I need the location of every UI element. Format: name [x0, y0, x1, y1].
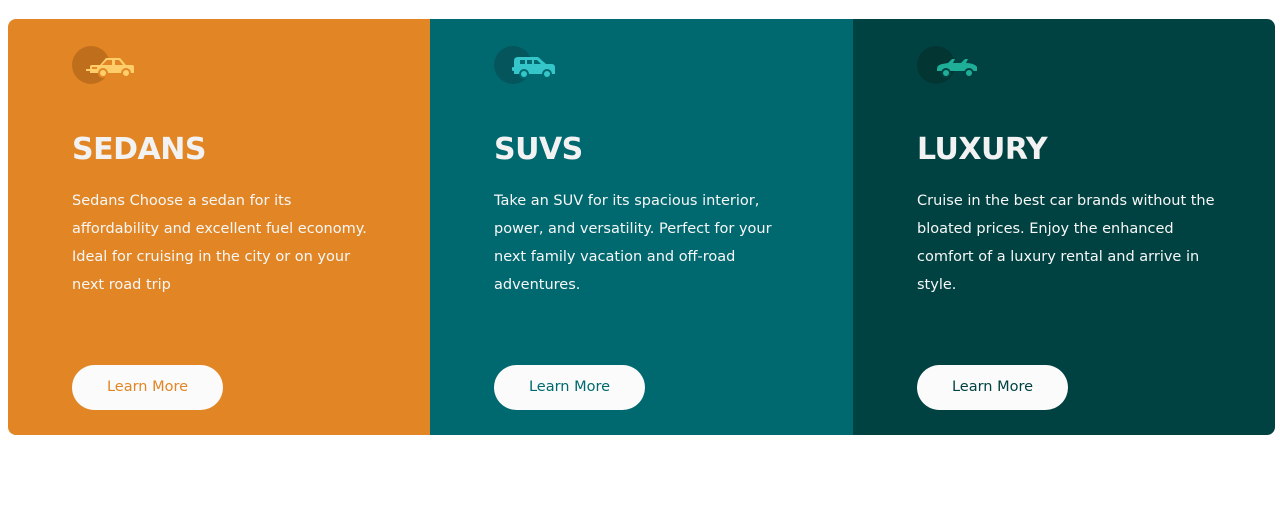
luxury-car-icon — [917, 45, 981, 85]
card-title: LUXURY — [917, 132, 1048, 167]
card-luxury: LUXURY Cruise in the best car brands wit… — [853, 19, 1275, 435]
suv-car-icon — [494, 45, 558, 85]
card-title: SEDANS — [72, 132, 206, 167]
card-description: Sedans Choose a sedan for its affordabil… — [72, 193, 367, 293]
learn-more-sedans-button[interactable]: Learn More — [72, 365, 223, 410]
card-description: Take an SUV for its spacious interior, p… — [494, 193, 772, 293]
learn-more-suvs-button[interactable]: Learn More — [494, 365, 645, 410]
card-suvs: SUVS Take an SUV for its spacious interi… — [430, 19, 853, 435]
car-category-cards: SEDANS Sedans Choose a sedan for its aff… — [8, 19, 1275, 435]
sedan-car-icon — [72, 45, 136, 85]
card-description: Cruise in the best car brands without th… — [917, 193, 1215, 293]
card-sedans: SEDANS Sedans Choose a sedan for its aff… — [8, 19, 430, 435]
learn-more-luxury-button[interactable]: Learn More — [917, 365, 1068, 410]
card-title: SUVS — [494, 132, 583, 167]
